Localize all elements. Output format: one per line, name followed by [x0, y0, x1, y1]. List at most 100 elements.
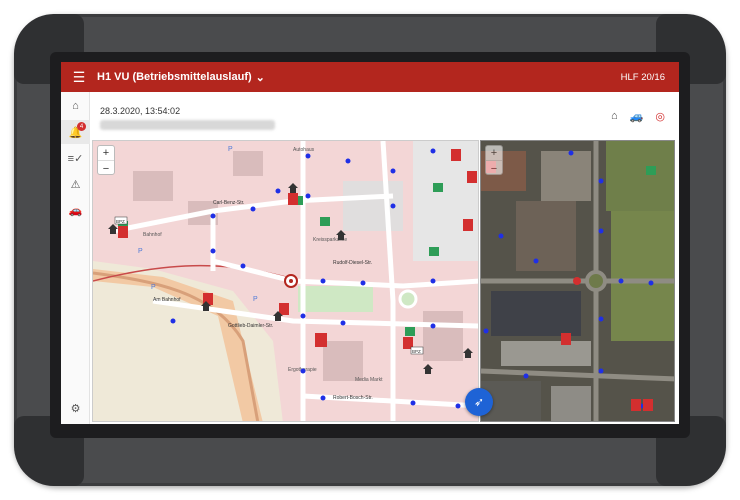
car-icon[interactable]: 🚙 — [630, 110, 644, 123]
menu-icon[interactable]: ☰ — [61, 62, 97, 92]
poi-label: Bahnhof — [143, 232, 162, 238]
navigation-fab[interactable]: ➶ — [465, 388, 493, 416]
zoom-out-button[interactable]: − — [98, 161, 114, 176]
street-label: Rudolf-Diesel-Str. — [333, 260, 372, 266]
parking-label: P — [253, 296, 258, 303]
navigation-icon: ➶ — [473, 395, 485, 409]
assembly-marker[interactable] — [429, 247, 439, 256]
timestamp: 28.3.2020, 13:54:02 — [100, 106, 181, 116]
satellite-roundabout — [585, 270, 607, 292]
hydrant-marker[interactable] — [275, 188, 281, 194]
hydrant-marker[interactable] — [598, 178, 604, 184]
satellite-map[interactable]: + − — [480, 140, 675, 422]
mission-header: 28.3.2020, 13:54:02 ⌂ 🚙 ◎ — [90, 92, 679, 140]
mission-title-label: H1 VU (Betriebsmittelauslauf) — [97, 71, 252, 83]
hydrant-marker[interactable] — [240, 263, 246, 269]
mission-title[interactable]: H1 VU (Betriebsmittelauslauf) ⌄ — [97, 71, 265, 84]
street-label: Robert-Bosch-Str. — [333, 395, 373, 401]
poi-label: Autohaus — [293, 147, 315, 153]
sidebar-item-notifications[interactable]: 🔔 4 — [61, 120, 90, 144]
hydrant-marker[interactable] — [598, 368, 604, 374]
roundabout — [398, 289, 418, 309]
hydrant-marker[interactable] — [430, 148, 436, 154]
parking-label: P — [228, 146, 233, 153]
notification-badge: 4 — [77, 122, 86, 131]
hazard-marker[interactable] — [451, 149, 461, 161]
hydrant-marker[interactable] — [210, 248, 216, 254]
hazard-marker[interactable] — [118, 226, 128, 238]
house-marker[interactable] — [463, 348, 473, 358]
street-label: Carl-Benz-Str. — [213, 200, 244, 206]
assembly-marker[interactable] — [320, 217, 330, 226]
hydrant-marker[interactable] — [430, 278, 436, 284]
incident-target-marker[interactable] — [573, 277, 581, 285]
hydrant-marker[interactable] — [455, 403, 461, 409]
hydrant-marker[interactable] — [410, 400, 416, 406]
target-icon[interactable]: ◎ — [655, 110, 665, 123]
hazard-marker[interactable] — [315, 333, 327, 347]
assembly-marker[interactable] — [405, 327, 415, 336]
hazard-marker[interactable] — [279, 303, 289, 315]
hydrant-marker[interactable] — [598, 228, 604, 234]
satellite-field — [611, 211, 674, 341]
street-map[interactable]: Rudolf-Diesel-Str. Gottlieb-Daimler-Str.… — [92, 140, 479, 422]
home-icon[interactable]: ⌂ — [611, 110, 618, 123]
building — [423, 311, 463, 361]
hydrant-marker[interactable] — [210, 213, 216, 219]
assembly-marker[interactable] — [433, 183, 443, 192]
assembly-marker[interactable] — [646, 166, 656, 175]
zoom-out-button[interactable]: − — [486, 161, 502, 176]
hydrant-marker[interactable] — [305, 153, 311, 159]
hydrant-marker[interactable] — [390, 203, 396, 209]
hydrant-marker[interactable] — [498, 233, 504, 239]
sign-label: BPZ — [412, 349, 421, 354]
hydrant-marker[interactable] — [483, 328, 489, 334]
hazard-marker[interactable] — [467, 171, 477, 183]
hydrant-marker[interactable] — [305, 193, 311, 199]
house-marker[interactable] — [423, 364, 433, 374]
hydrant-marker[interactable] — [320, 278, 326, 284]
hydrant-marker[interactable] — [340, 320, 346, 326]
sidebar-item-hazards[interactable]: ⚠ — [61, 172, 90, 196]
hazard-marker[interactable] — [561, 333, 571, 345]
hazard-marker[interactable] — [463, 219, 473, 231]
satellite-building — [541, 151, 591, 201]
green-area — [298, 286, 373, 312]
hydrant-marker[interactable] — [300, 313, 306, 319]
hydrant-marker[interactable] — [345, 158, 351, 164]
sidebar-item-checklist[interactable]: ≡✓ — [61, 146, 90, 170]
hydrant-marker[interactable] — [250, 206, 256, 212]
hydrant-marker[interactable] — [618, 278, 624, 284]
hazard-marker[interactable] — [631, 399, 641, 411]
satellite-parking — [491, 291, 581, 336]
hydrant-marker[interactable] — [360, 280, 366, 286]
hydrant-marker[interactable] — [170, 318, 176, 324]
sidebar-item-home[interactable]: ⌂ — [61, 94, 90, 118]
building — [323, 341, 363, 381]
hydrant-marker[interactable] — [430, 323, 436, 329]
warning-icon: ⚠ — [70, 178, 81, 191]
poi-label: Media Markt — [355, 377, 383, 383]
sidebar-item-vehicles[interactable]: 🚗 — [61, 198, 90, 222]
zoom-in-button[interactable]: + — [486, 146, 502, 161]
sidebar-item-settings[interactable]: ⚙ — [61, 396, 90, 420]
hydrant-marker[interactable] — [390, 168, 396, 174]
hydrant-marker[interactable] — [598, 316, 604, 322]
hazard-marker[interactable] — [643, 399, 653, 411]
house-marker[interactable] — [288, 183, 298, 193]
hazard-marker[interactable] — [288, 193, 298, 205]
hydrant-marker[interactable] — [523, 373, 529, 379]
building — [133, 171, 173, 201]
zoom-in-button[interactable]: + — [98, 146, 114, 161]
hydrant-marker[interactable] — [648, 280, 654, 286]
hydrant-marker[interactable] — [568, 150, 574, 156]
hydrant-marker[interactable] — [320, 395, 326, 401]
street-map-canvas: Rudolf-Diesel-Str. Gottlieb-Daimler-Str.… — [93, 141, 478, 421]
hydrant-marker[interactable] — [300, 368, 306, 374]
app-screen: ☰ H1 VU (Betriebsmittelauslauf) ⌄ HLF 20… — [61, 62, 679, 424]
satellite-building — [501, 341, 591, 366]
home-icon: ⌂ — [72, 100, 79, 112]
hydrant-marker[interactable] — [533, 258, 539, 264]
satellite-zoom-control: + − — [485, 145, 503, 175]
building — [233, 151, 263, 176]
